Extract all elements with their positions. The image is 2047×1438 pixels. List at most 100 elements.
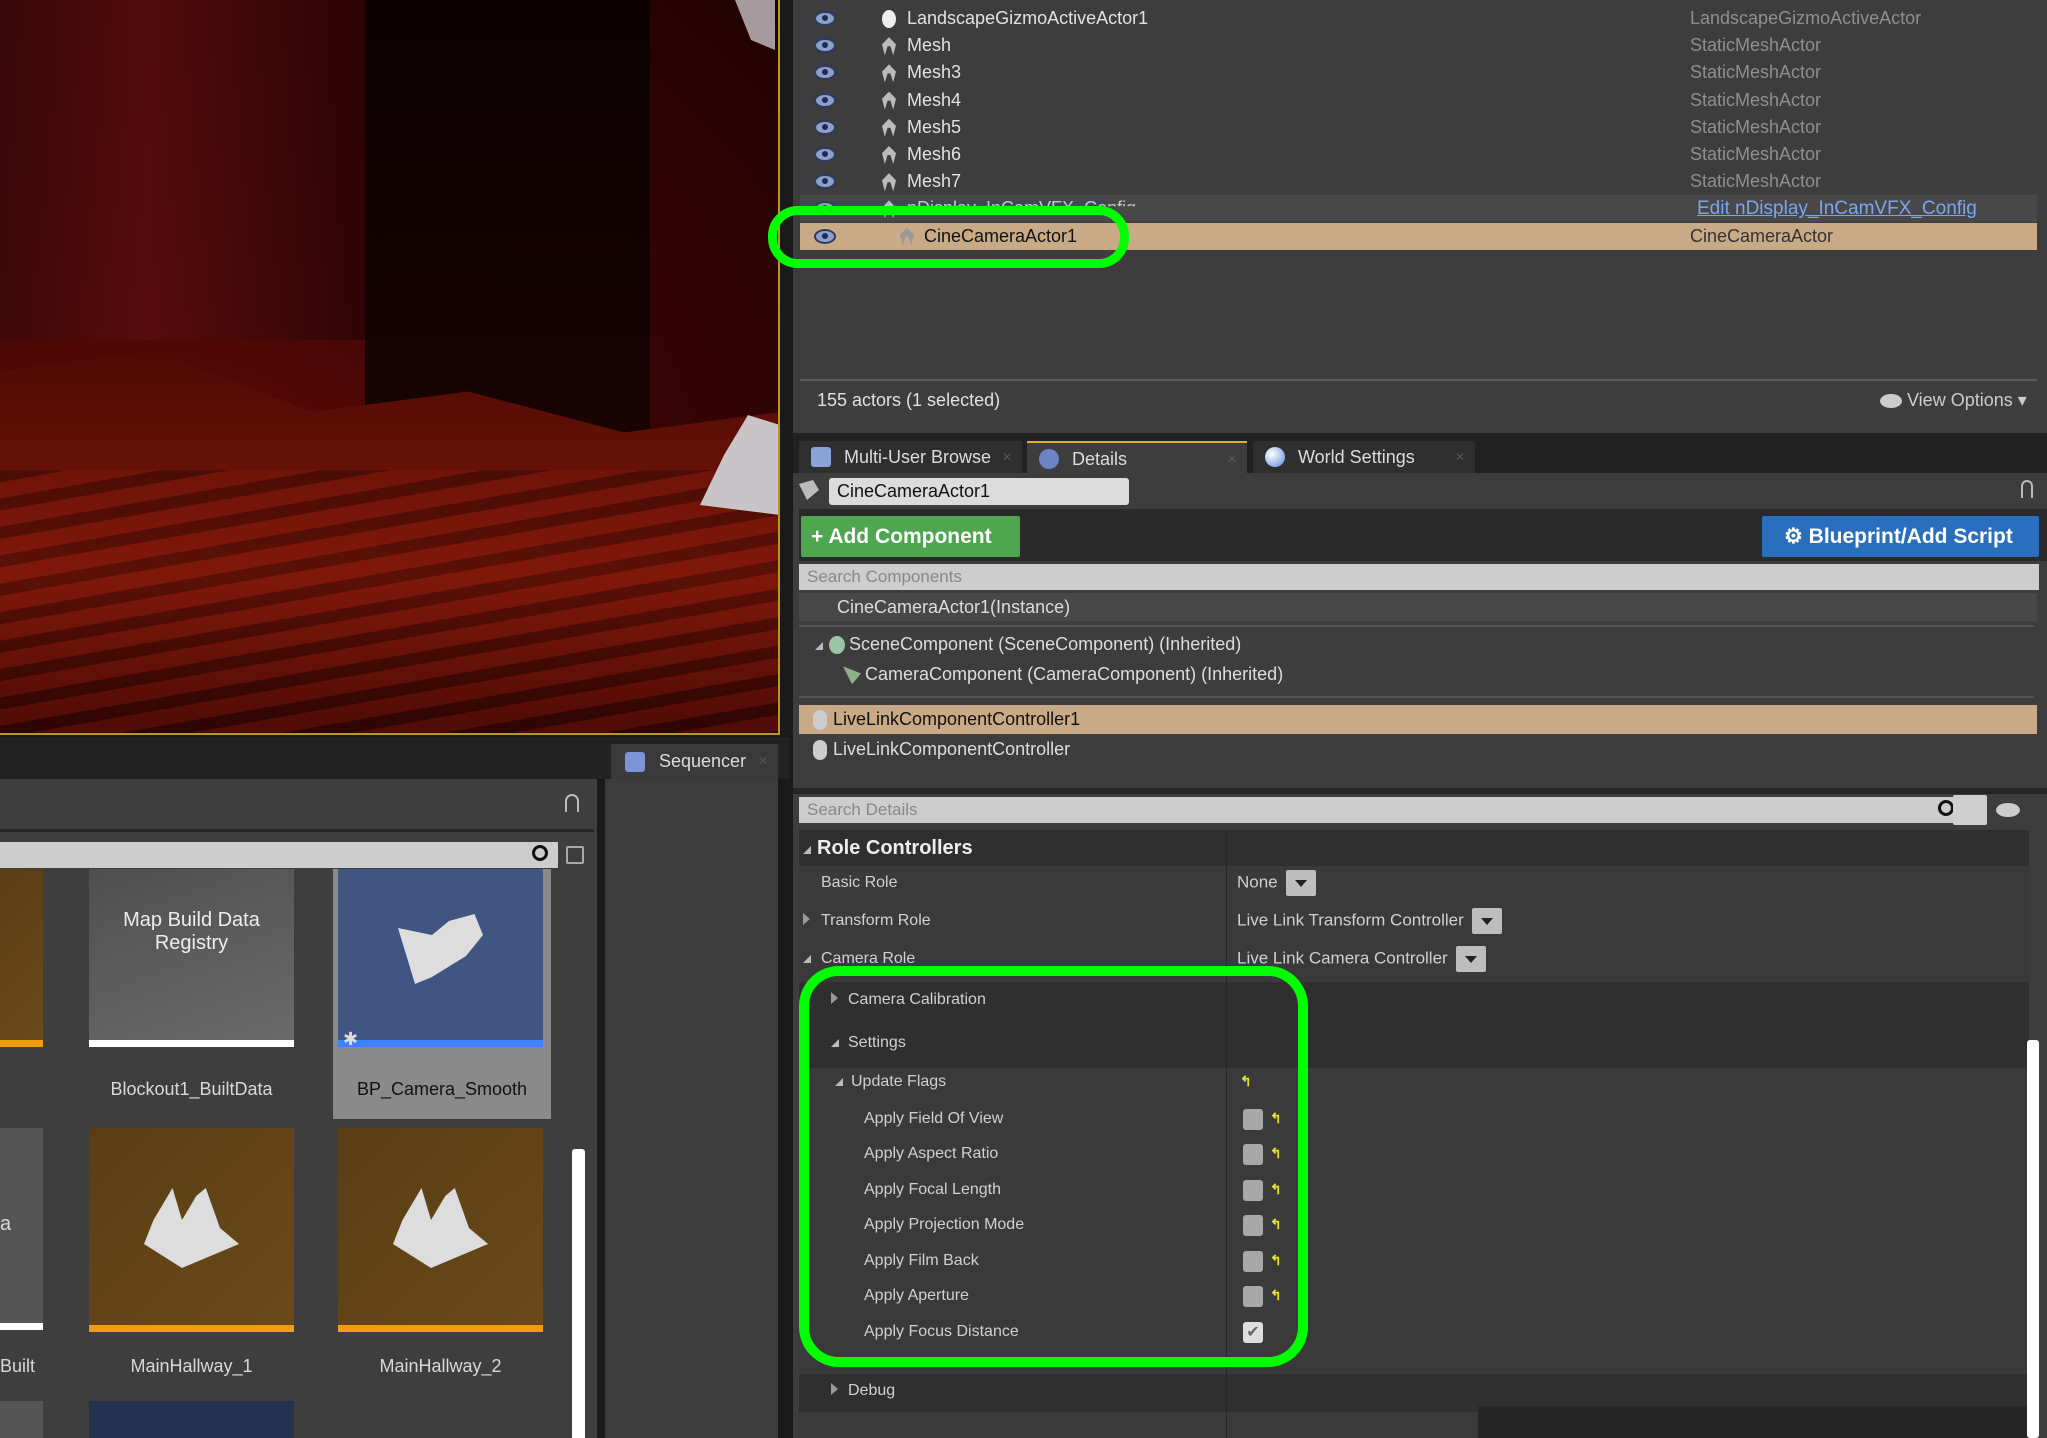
blueprint-label: Blueprint/Add Script (1808, 525, 2013, 548)
transform-role-dropdown[interactable]: Live Link Transform Controller (1237, 908, 1502, 934)
visibility-eye-icon[interactable] (814, 92, 836, 108)
tab-world-settings[interactable]: World Settings ✕ (1253, 441, 1475, 473)
actor-type[interactable]: Edit nDisplay_InCamVFX_Config (1697, 195, 1977, 222)
property-label: Debug (848, 1382, 896, 1399)
outliner-row[interactable]: Mesh StaticMeshActor (800, 32, 2037, 59)
users-icon (811, 447, 831, 467)
basic-role-dropdown[interactable]: None (1237, 870, 1316, 896)
actor-icon (882, 64, 896, 83)
view-options-button[interactable]: View Options ▾ (1880, 390, 2027, 411)
sequencer-tab-label: Sequencer (659, 751, 747, 771)
view-options-label: View Options (1907, 390, 2013, 410)
actor-icon (882, 91, 896, 110)
blueprint-add-script-button[interactable]: ⚙ Blueprint/Add Script (1762, 516, 2039, 557)
visibility-eye-icon[interactable] (814, 65, 836, 81)
details-scrollbar[interactable] (2027, 1040, 2039, 1438)
search-placeholder: Search Details (807, 800, 918, 819)
visibility-eye-icon[interactable] (814, 174, 836, 190)
visibility-eye-icon[interactable] (814, 38, 836, 54)
search-icon (1938, 800, 1954, 816)
actor-count: 155 actors (1 selected) (817, 390, 1001, 410)
actor-type: StaticMeshActor (1690, 116, 1822, 137)
outliner-row[interactable]: Mesh5 StaticMeshActor (800, 114, 2037, 141)
gears-icon: ⚙ (1784, 525, 1803, 548)
actor-name-input[interactable]: CineCameraActor1 (829, 478, 1129, 505)
actor-type: StaticMeshActor (1690, 171, 1822, 192)
visibility-eye-icon[interactable] (814, 147, 836, 162)
collapse-icon[interactable] (803, 950, 817, 968)
actor-name: Mesh3 (907, 62, 962, 83)
sequencer-icon (625, 752, 645, 772)
component-label: LiveLinkComponentController1 (833, 709, 1081, 729)
outliner-row[interactable]: LandscapeGizmoActiveActor1 LandscapeGizm… (800, 5, 2037, 32)
property-label: Transform Role (821, 912, 931, 929)
close-icon[interactable]: ✕ (1455, 441, 1465, 473)
outliner-row[interactable]: Mesh7 StaticMeshActor (800, 168, 2037, 195)
component-instance-row[interactable]: CineCameraActor1(Instance) (799, 593, 2037, 621)
expand-icon (831, 1383, 838, 1395)
property-label: Basic Role (821, 874, 898, 891)
save-search-icon[interactable] (566, 846, 584, 864)
asset-tile-partial[interactable] (0, 869, 43, 1051)
actor-type: StaticMeshActor (1690, 89, 1822, 110)
actor-icon (882, 146, 896, 164)
actor-name: Mesh4 (907, 89, 962, 110)
search-icon (532, 845, 548, 861)
outliner-row[interactable]: Mesh4 StaticMeshActor (800, 87, 2037, 114)
dropdown-value: Live Link Camera Controller (1237, 948, 1448, 968)
asset-tile-bp-camera-smooth[interactable]: ✱ BP_Camera_Smooth (333, 869, 551, 1119)
asset-label: MainHallway_2 (379, 1356, 502, 1376)
tab-label: Details (1072, 449, 1128, 469)
outliner-row[interactable]: Mesh6 StaticMeshActor (800, 141, 2037, 168)
actor-name: Mesh6 (907, 144, 962, 164)
tab-multi-user-browse[interactable]: Multi-User Browse ✕ (799, 441, 1022, 473)
actor-type: StaticMeshActor (1690, 144, 1822, 164)
search-components-input[interactable]: Search Components (799, 564, 2039, 590)
info-icon (1039, 449, 1059, 469)
dropdown-value: Live Link Transform Controller (1237, 910, 1464, 930)
tab-details[interactable]: Details ✕ (1027, 441, 1247, 473)
expand-icon[interactable] (803, 912, 816, 930)
section-label: Role Controllers (817, 837, 973, 859)
camera-actor-icon (799, 480, 819, 500)
asset-tile-mainhallway-2[interactable]: MainHallway_2 (338, 1128, 543, 1378)
tab-label: Multi-User Browse (844, 447, 992, 467)
chevron-down-icon (1285, 870, 1316, 896)
asset-tile-partial-2[interactable]: a Built (0, 1128, 43, 1376)
component-camera[interactable]: CameraComponent (CameraComponent) (Inher… (843, 664, 1283, 685)
asset-tile-blockout1-builtdata[interactable]: Map Build Data Registry Blockout1_BuiltD… (89, 869, 294, 1109)
expand-icon (815, 642, 823, 650)
close-icon[interactable]: ✕ (1002, 441, 1012, 473)
globe-icon (1265, 447, 1285, 467)
outliner-row[interactable]: Mesh3 StaticMeshActor (800, 59, 2037, 86)
eye-icon (1880, 394, 1902, 409)
close-icon[interactable]: ✕ (758, 744, 768, 779)
component-livelink-controller[interactable]: LiveLinkComponentController (799, 735, 1070, 764)
content-search-input[interactable] (0, 842, 558, 868)
component-livelink-controller-1[interactable]: LiveLinkComponentController1 (799, 705, 2037, 734)
actor-icon (882, 10, 896, 28)
visibility-options-icon[interactable] (1996, 803, 2020, 817)
content-browser: Map Build Data Registry Blockout1_BuiltD… (0, 779, 597, 1438)
content-scrollbar[interactable] (572, 1149, 585, 1438)
actor-name: Mesh (907, 35, 952, 56)
lock-icon[interactable] (565, 794, 579, 812)
add-component-button[interactable]: + Add Component (801, 516, 1020, 557)
close-icon[interactable]: ✕ (1227, 443, 1237, 475)
visibility-eye-icon[interactable] (814, 11, 836, 26)
component-label: LiveLinkComponentController (833, 739, 1071, 759)
highlight-annotation (799, 966, 1308, 1367)
section-role-controllers[interactable]: Role Controllers (803, 832, 973, 864)
collapse-icon (803, 846, 811, 854)
sequencer-panel (605, 779, 778, 1438)
property-matrix-icon[interactable] (1953, 795, 1987, 825)
lock-icon[interactable] (2021, 480, 2033, 498)
search-details-input[interactable]: Search Details (799, 797, 1964, 823)
component-scene[interactable]: SceneComponent (SceneComponent) (Inherit… (815, 634, 1241, 655)
visibility-eye-icon[interactable] (814, 119, 836, 135)
tab-sequencer[interactable]: Sequencer ✕ (611, 744, 778, 779)
level-viewport[interactable] (0, 0, 780, 735)
livelink-icon (813, 710, 827, 730)
actor-icon (882, 118, 896, 137)
asset-tile-mainhallway-1[interactable]: MainHallway_1 (89, 1128, 294, 1378)
